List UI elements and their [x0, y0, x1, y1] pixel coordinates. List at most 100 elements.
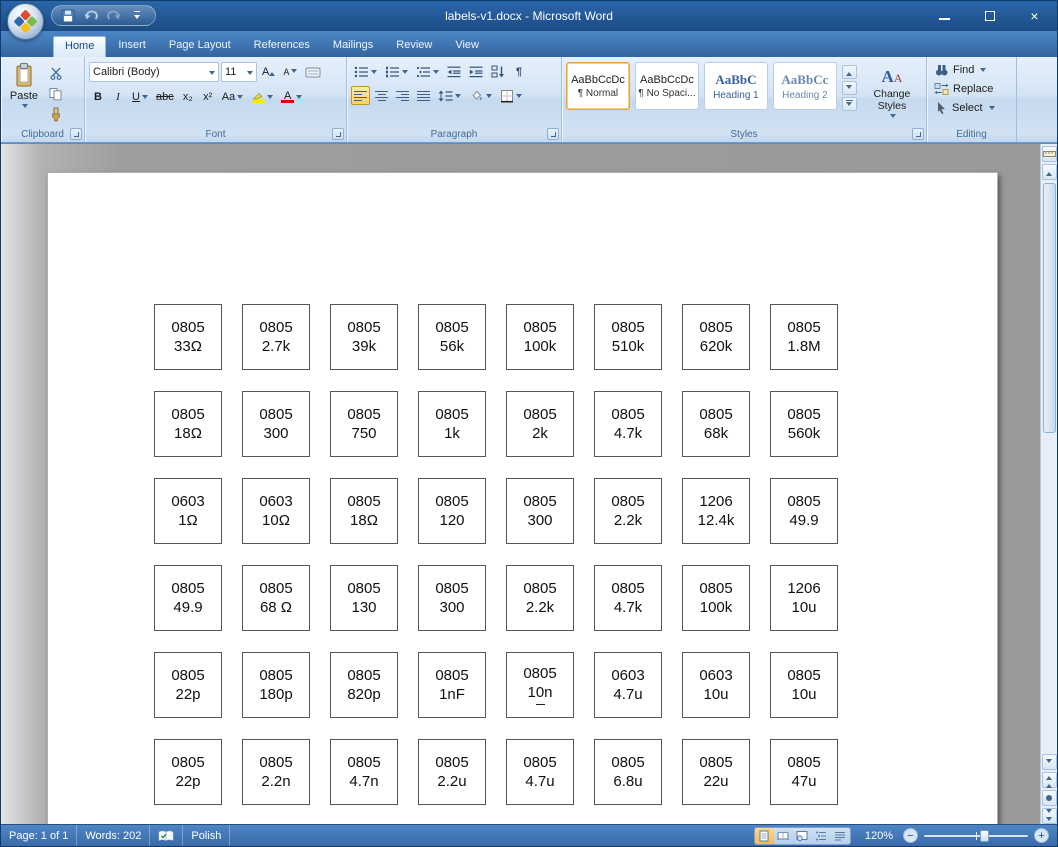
tab-page-layout[interactable]: Page Layout	[158, 36, 242, 57]
align-center-button[interactable]	[372, 86, 391, 105]
label-cell[interactable]: 0805 560k	[770, 391, 838, 457]
label-cell[interactable]: 0805 1nF	[418, 652, 486, 718]
style-heading-1[interactable]: AaBbC Heading 1	[703, 62, 768, 110]
label-cell[interactable]: 0603 4.7u	[594, 652, 662, 718]
align-left-button[interactable]	[351, 86, 370, 105]
label-cell[interactable]: 1206 10u	[770, 565, 838, 631]
clear-formatting-button[interactable]	[302, 63, 324, 82]
borders-button[interactable]	[497, 86, 525, 105]
show-paragraph-marks-button[interactable]: ¶	[510, 62, 528, 81]
page-indicator[interactable]: Page: 1 of 1	[1, 824, 78, 846]
tab-references[interactable]: References	[243, 36, 321, 57]
proofing-status[interactable]	[150, 824, 184, 846]
label-cell[interactable]: 0603 10Ω	[242, 478, 310, 544]
tab-view[interactable]: View	[444, 36, 490, 57]
grow-font-button[interactable]: A	[259, 63, 278, 82]
view-draft-button[interactable]	[831, 828, 850, 844]
font-color-button[interactable]: A	[278, 87, 305, 106]
word-count[interactable]: Words: 202	[77, 824, 151, 846]
label-cell[interactable]: 1206 12.4k	[682, 478, 750, 544]
styles-dialog-launcher[interactable]	[912, 128, 924, 140]
tab-mailings[interactable]: Mailings	[322, 36, 384, 57]
decrease-indent-button[interactable]	[444, 62, 464, 81]
zoom-slider[interactable]	[924, 828, 1028, 844]
label-cell[interactable]: 0805 18Ω	[330, 478, 398, 544]
next-page-button[interactable]	[1041, 808, 1057, 824]
label-cell[interactable]: 0805 300	[242, 391, 310, 457]
font-name-select[interactable]: Calibri (Body)	[89, 62, 219, 82]
scroll-up-button[interactable]	[1041, 164, 1057, 180]
clipboard-dialog-launcher[interactable]	[70, 128, 82, 140]
change-styles-button[interactable]: AA Change Styles	[862, 62, 922, 124]
label-cell[interactable]: 0805 68k	[682, 391, 750, 457]
label-cell[interactable]: 0805 2.2k	[506, 565, 574, 631]
label-cell[interactable]: 0805 1.8M	[770, 304, 838, 370]
label-cell[interactable]: 0805 2.2n	[242, 739, 310, 805]
subscript-button[interactable]: x₂	[179, 87, 197, 106]
customize-quick-access-button[interactable]	[128, 7, 146, 25]
select-browse-object-button[interactable]	[1041, 790, 1057, 806]
styles-gallery-up-button[interactable]	[841, 65, 857, 79]
scroll-down-button[interactable]	[1041, 754, 1057, 770]
label-cell[interactable]: 0805 10u	[770, 652, 838, 718]
cut-button[interactable]	[45, 63, 66, 82]
italic-button[interactable]: I	[109, 87, 127, 106]
view-web-layout-button[interactable]	[793, 828, 812, 844]
label-cell[interactable]: 0805 6.8u	[594, 739, 662, 805]
label-cell[interactable]: 0805 47u	[770, 739, 838, 805]
multilevel-list-button[interactable]	[413, 62, 442, 81]
label-cell[interactable]: 0805 510k	[594, 304, 662, 370]
label-cell[interactable]: 0805 4.7u	[506, 739, 574, 805]
zoom-level[interactable]: 120%	[859, 830, 899, 842]
label-cell[interactable]: 0805 2.2u	[418, 739, 486, 805]
styles-gallery-down-button[interactable]	[841, 81, 857, 95]
label-cell[interactable]: 0805 300	[418, 565, 486, 631]
label-cell[interactable]: 0603 1Ω	[154, 478, 222, 544]
label-cell[interactable]: 0805 180p	[242, 652, 310, 718]
tab-home[interactable]: Home	[53, 36, 107, 57]
change-case-button[interactable]: Aa	[219, 87, 246, 106]
style-normal[interactable]: AaBbCcDc ¶ Normal	[566, 62, 630, 110]
label-cell[interactable]: 0805 22u	[682, 739, 750, 805]
sort-button[interactable]	[488, 62, 508, 81]
label-cell[interactable]: 0805 22p	[154, 739, 222, 805]
undo-button[interactable]	[82, 7, 100, 25]
previous-page-button[interactable]	[1041, 772, 1057, 788]
view-outline-button[interactable]	[812, 828, 831, 844]
style-no-spacing[interactable]: AaBbCcDc ¶ No Spaci...	[634, 62, 699, 110]
zoom-slider-thumb[interactable]	[980, 829, 989, 842]
zoom-out-button[interactable]: −	[903, 828, 918, 843]
label-cell[interactable]: 0805 49.9	[154, 565, 222, 631]
view-print-layout-button[interactable]	[754, 827, 774, 844]
label-cell[interactable]: 0805 10n	[506, 652, 574, 718]
style-heading-2[interactable]: AaBbCc Heading 2	[772, 62, 837, 110]
label-cell[interactable]: 0805 100k	[506, 304, 574, 370]
justify-button[interactable]	[414, 86, 433, 105]
maximize-button[interactable]	[967, 1, 1012, 31]
label-cell[interactable]: 0805 22p	[154, 652, 222, 718]
replace-button[interactable]: Replace	[931, 79, 1012, 98]
label-cell[interactable]: 0805 2.2k	[594, 478, 662, 544]
label-cell[interactable]: 0805 120	[418, 478, 486, 544]
label-cell[interactable]: 0805 49.9	[770, 478, 838, 544]
ruler-toggle-button[interactable]	[1041, 146, 1057, 162]
align-right-button[interactable]	[393, 86, 412, 105]
scrollbar-thumb[interactable]	[1042, 183, 1056, 433]
bold-button[interactable]: B	[89, 87, 107, 106]
language-indicator[interactable]: Polish	[183, 824, 231, 846]
line-spacing-button[interactable]	[435, 86, 464, 105]
label-cell[interactable]: 0805 33Ω	[154, 304, 222, 370]
superscript-button[interactable]: x²	[199, 87, 217, 106]
label-cell[interactable]: 0805 4.7k	[594, 565, 662, 631]
tab-review[interactable]: Review	[385, 36, 443, 57]
label-cell[interactable]: 0805 39k	[330, 304, 398, 370]
view-fullscreen-reading-button[interactable]	[774, 828, 793, 844]
label-cell[interactable]: 0805 1k	[418, 391, 486, 457]
paste-button[interactable]: Paste	[5, 61, 43, 123]
label-cell[interactable]: 0805 620k	[682, 304, 750, 370]
font-size-select[interactable]: 11	[221, 62, 257, 82]
label-cell[interactable]: 0805 4.7k	[594, 391, 662, 457]
increase-indent-button[interactable]	[466, 62, 486, 81]
label-cell[interactable]: 0805 100k	[682, 565, 750, 631]
vertical-scrollbar[interactable]	[1040, 144, 1057, 826]
